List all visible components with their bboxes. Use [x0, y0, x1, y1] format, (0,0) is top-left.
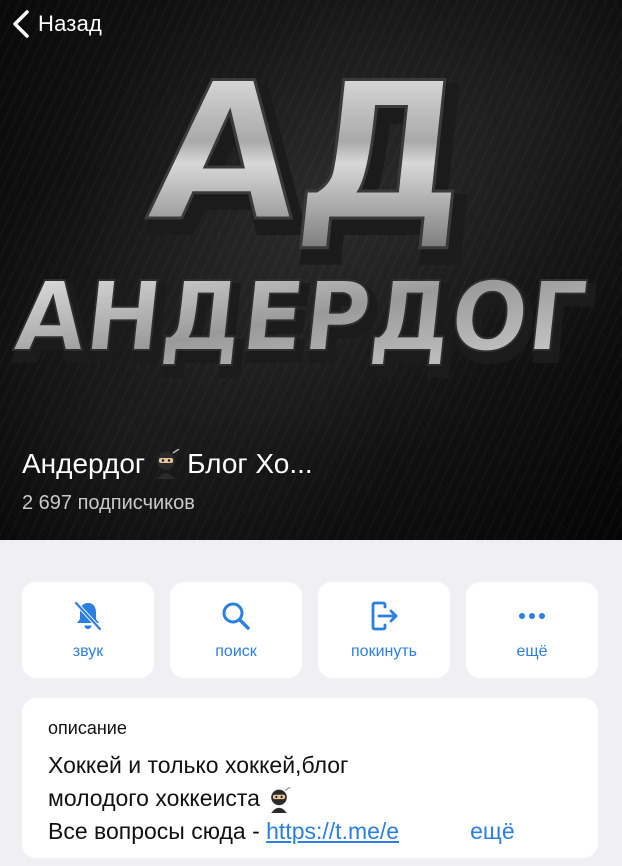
channel-title: Андердог Блог Хо...	[22, 448, 313, 480]
channel-name-part2: Блог Хо...	[187, 448, 313, 479]
description-line-3-text: Все вопросы сюда -	[48, 818, 267, 844]
more-dots-icon	[519, 613, 545, 619]
channel-logo: АД АД АНДЕРДОГ АНДЕРДОГ	[9, 40, 601, 386]
logo-line2: АНДЕРДОГ	[10, 261, 592, 373]
more-button[interactable]: ещё	[466, 582, 598, 678]
back-label: Назад	[38, 11, 103, 36]
contact-link[interactable]: https://t.me/e	[266, 815, 460, 848]
description-card: описание Хоккей и только хоккей,блог мол…	[22, 698, 598, 858]
channel-banner: Назад АД АД АНДЕРДОГ АНДЕРДОГ Андердог Б…	[0, 0, 622, 540]
action-bar: звук поиск покинуть ещё	[22, 582, 598, 678]
mute-button[interactable]: звук	[22, 582, 154, 678]
bell-slash-icon	[74, 601, 102, 631]
description-line-2: молодого хоккеиста	[48, 782, 576, 815]
description-line-2-text: молодого хоккеиста	[48, 785, 260, 811]
mute-label: звук	[72, 643, 104, 660]
ninja-icon	[157, 449, 180, 479]
show-more-link[interactable]: ещё	[470, 815, 515, 848]
chevron-left-icon	[13, 10, 29, 38]
leave-button[interactable]: покинуть	[318, 582, 450, 678]
search-label: поиск	[215, 643, 257, 660]
description-heading: описание	[48, 718, 127, 738]
description-line-1: Хоккей и только хоккей,блог	[48, 752, 349, 778]
leave-icon	[371, 601, 398, 631]
search-button[interactable]: поиск	[170, 582, 302, 678]
logo-line1: АД	[140, 41, 480, 262]
channel-name-part1: Андердог	[22, 448, 146, 479]
ninja-icon	[271, 786, 291, 813]
search-icon	[222, 602, 250, 630]
subscriber-count: 2 697 подписчиков	[22, 492, 195, 514]
leave-label: покинуть	[351, 643, 417, 660]
back-button[interactable]: Назад	[10, 6, 102, 42]
more-label: ещё	[516, 643, 548, 660]
description-line-3: Все вопросы сюда - https://t.me/e ещё	[48, 815, 576, 848]
